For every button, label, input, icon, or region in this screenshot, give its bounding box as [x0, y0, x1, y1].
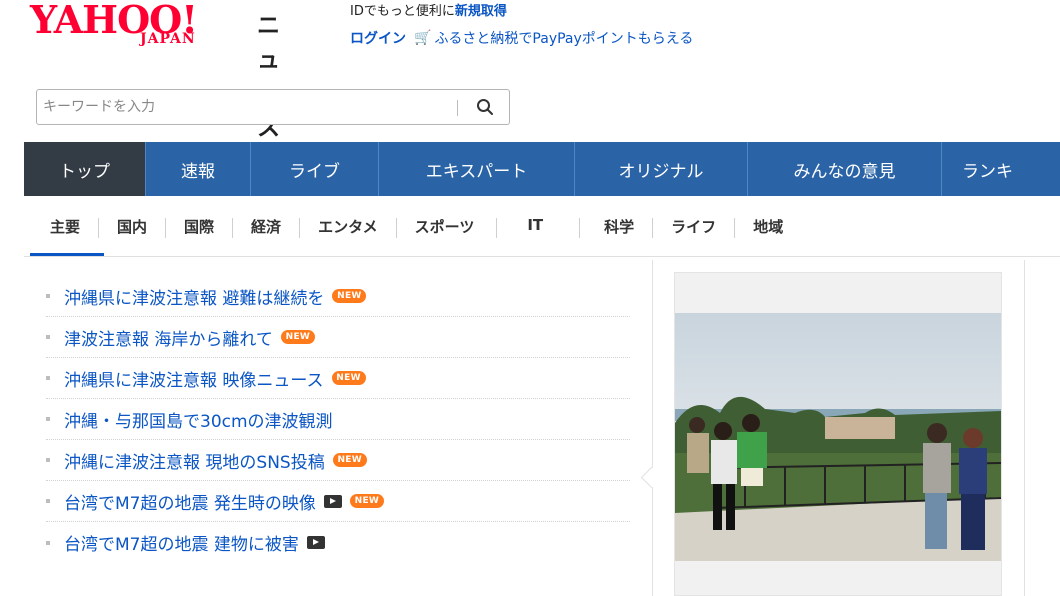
category-tab-entertainment[interactable]: エンタメ — [300, 208, 396, 252]
news-link[interactable]: 沖縄に津波注意報 現地のSNS投稿 — [64, 448, 325, 473]
signup-link[interactable]: 新規取得 — [455, 4, 507, 19]
category-tab-economy[interactable]: 経済 — [233, 208, 299, 252]
list-item: 沖縄に津波注意報 現地のSNS投稿 NEW — [46, 440, 630, 481]
category-tab-domestic[interactable]: 国内 — [99, 208, 165, 252]
id-promo-text: IDでもっと便利に — [350, 4, 455, 19]
column-divider — [652, 260, 653, 596]
search-icon — [477, 99, 493, 115]
category-tab-science[interactable]: 科学 — [580, 208, 652, 252]
category-tab-local[interactable]: 地域 — [735, 208, 783, 252]
search-divider — [457, 100, 458, 116]
video-play-icon — [323, 494, 342, 508]
list-item: 台湾でM7超の地震 発生時の映像 NEW — [46, 481, 630, 522]
gnav-tab-expert[interactable]: エキスパート — [379, 142, 575, 196]
search-box — [36, 89, 510, 125]
list-item: 台湾でM7超の地震 建物に被害 — [46, 522, 630, 563]
news-link[interactable]: 津波注意報 海岸から離れて — [64, 325, 273, 350]
topics-list: 沖縄県に津波注意報 避難は継続を NEW 津波注意報 海岸から離れて NEW 沖… — [46, 276, 630, 563]
gnav-tab-live[interactable]: ライブ — [251, 142, 379, 196]
list-item: 沖縄県に津波注意報 避難は継続を NEW — [46, 276, 630, 317]
topic-photo-panel — [674, 272, 1002, 596]
bullet — [46, 458, 50, 462]
news-link[interactable]: 沖縄県に津波注意報 避難は継続を — [64, 284, 324, 309]
bullet — [46, 540, 50, 545]
category-tab-main[interactable]: 主要 — [29, 208, 105, 256]
news-link[interactable]: 台湾でM7超の地震 発生時の映像 — [64, 489, 316, 514]
new-badge: NEW — [280, 330, 315, 344]
logo-japan-text: JAPAN — [140, 31, 196, 47]
bullet — [46, 417, 50, 421]
login-link[interactable]: ログイン — [350, 28, 406, 48]
global-nav: トップ 速報 ライブ エキスパート オリジナル みんなの意見 ランキ — [24, 142, 1060, 196]
list-item: 沖縄県に津波注意報 映像ニュース NEW — [46, 358, 630, 399]
search-button[interactable] — [461, 90, 509, 124]
yahoo-japan-news-logo[interactable]: YAHOO! JAPAN ニュース — [30, 0, 290, 141]
new-badge: NEW — [332, 289, 367, 303]
search-input[interactable] — [37, 90, 463, 124]
video-play-icon — [306, 536, 325, 549]
category-tab-it[interactable]: IT — [497, 208, 579, 252]
bullet — [46, 376, 50, 380]
furusato-link-text: ふるさと納税でPayPayポイントもらえる — [434, 31, 694, 47]
new-badge: NEW — [332, 453, 367, 467]
bullet — [46, 335, 50, 339]
gnav-tab-breaking[interactable]: 速報 — [146, 142, 251, 196]
right-column-divider — [1024, 260, 1025, 596]
photo-buildings — [825, 417, 895, 439]
category-tab-world[interactable]: 国際 — [166, 208, 232, 252]
category-tab-life[interactable]: ライフ — [653, 208, 734, 252]
category-tab-sports[interactable]: スポーツ — [397, 208, 497, 252]
news-link[interactable]: 沖縄・与那国島で30cmの津波観測 — [64, 407, 333, 432]
category-nav-rule — [24, 256, 1060, 257]
id-promo: IDでもっと便利に新規取得 — [350, 0, 507, 19]
news-link[interactable]: 沖縄県に津波注意報 映像ニュース — [64, 366, 324, 391]
header: YAHOO! JAPAN ニュース IDでもっと便利に新規取得 ログイン 🛒 ふ… — [0, 0, 1060, 141]
gnav-tab-opinions[interactable]: みんなの意見 — [748, 142, 942, 196]
bullet — [46, 499, 50, 503]
gnav-tab-ranking[interactable]: ランキ — [942, 142, 1060, 196]
list-item: 沖縄・与那国島で30cmの津波観測 — [46, 399, 630, 440]
active-topic-pointer — [640, 466, 663, 489]
news-link[interactable]: 台湾でM7超の地震 建物に被害 — [64, 530, 299, 555]
gnav-tab-top[interactable]: トップ — [24, 142, 146, 196]
category-nav: 主要 国内 国際 経済 エンタメ スポーツ IT 科学 ライフ 地域 — [29, 208, 1060, 256]
topic-photo[interactable] — [675, 313, 1001, 561]
list-item: 津波注意報 海岸から離れて NEW — [46, 317, 630, 358]
furusato-link[interactable]: 🛒 ふるさと納税でPayPayポイントもらえる — [414, 28, 693, 48]
cart-icon: 🛒 — [414, 30, 432, 46]
bullet — [46, 294, 50, 298]
new-badge: NEW — [349, 494, 384, 508]
login-row: ログイン 🛒 ふるさと納税でPayPayポイントもらえる — [350, 28, 693, 48]
gnav-tab-original[interactable]: オリジナル — [575, 142, 748, 196]
new-badge: NEW — [331, 371, 366, 385]
